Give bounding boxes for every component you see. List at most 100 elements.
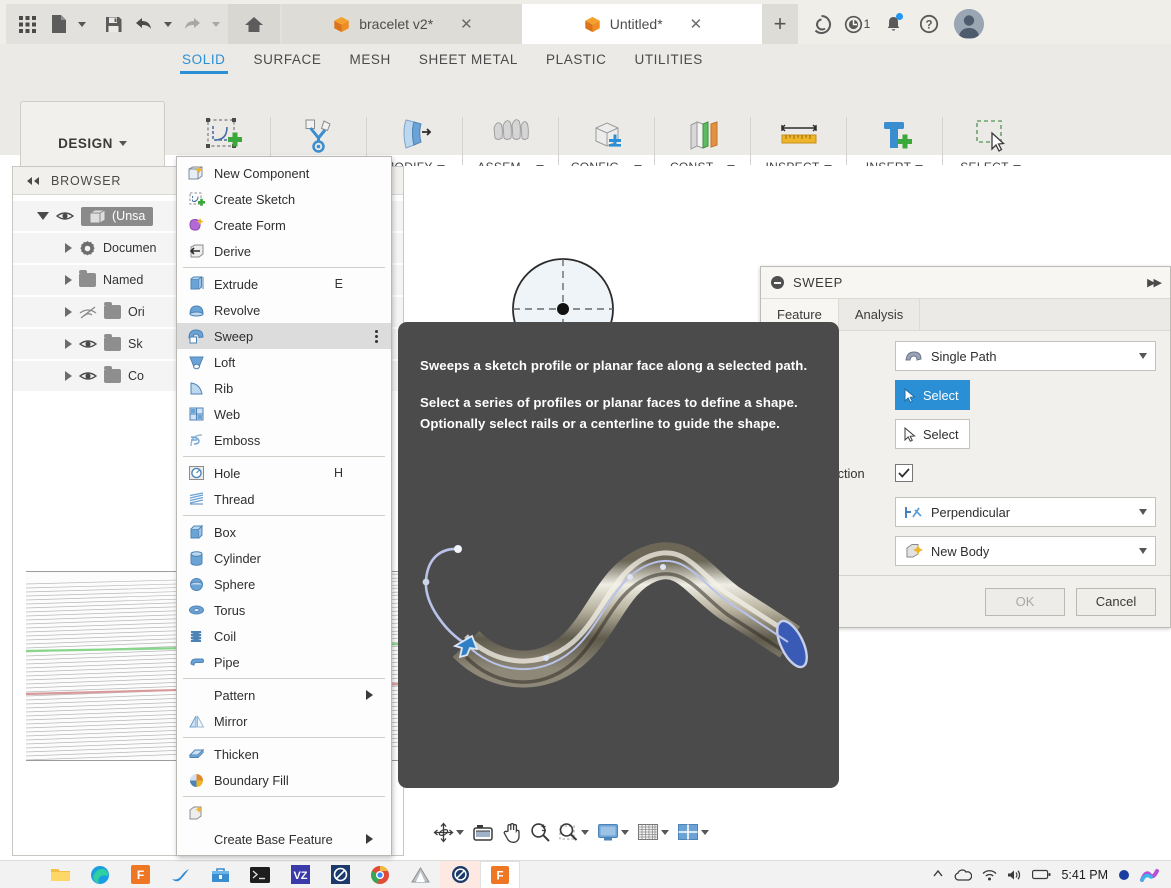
chrome-icon[interactable]	[360, 861, 400, 888]
new-tab-button[interactable]: +	[762, 4, 798, 44]
undo-icon[interactable]	[132, 4, 156, 44]
menu-item-extrude[interactable]: Extrude E	[177, 271, 391, 297]
menu-item-sphere[interactable]: Sphere	[177, 571, 391, 597]
file-explorer-icon[interactable]	[40, 861, 80, 888]
menu-item-boundary-fill[interactable]: Boundary Fill	[177, 767, 391, 793]
home-icon[interactable]	[228, 4, 280, 44]
menu-item-box[interactable]: Box	[177, 519, 391, 545]
chevron-right-icon[interactable]	[65, 307, 72, 317]
menu-item-torus[interactable]: Torus	[177, 597, 391, 623]
eye-hidden-icon[interactable]	[79, 305, 97, 319]
menu-item-loft[interactable]: Loft	[177, 349, 391, 375]
menu-item-cylinder[interactable]: Cylinder	[177, 545, 391, 571]
close-icon[interactable]: ✕	[460, 15, 473, 33]
menu-item-create-sketch[interactable]: Create Sketch	[177, 186, 391, 212]
extensions-icon[interactable]	[804, 4, 838, 44]
eye-visible-icon[interactable]	[79, 338, 97, 350]
orbit-tool[interactable]	[430, 821, 467, 843]
menu-item-pipe[interactable]: Pipe	[177, 649, 391, 675]
sketch-tool-icon[interactable]	[160, 861, 200, 888]
ribbon-tab-mesh[interactable]: MESH	[335, 52, 404, 67]
edge-icon[interactable]	[80, 861, 120, 888]
grid-snap-tool[interactable]	[634, 823, 672, 841]
fusion-active-icon[interactable]: F	[480, 860, 520, 888]
eye-visible-icon[interactable]	[56, 210, 74, 222]
path-select-button[interactable]: Select	[895, 419, 970, 449]
zoom-window-tool[interactable]	[555, 822, 592, 842]
menu-item-revolve[interactable]: Revolve	[177, 297, 391, 323]
menu-item-create-form[interactable]: Create Form	[177, 212, 391, 238]
onedrive-icon[interactable]	[954, 868, 973, 881]
collapse-left-icon[interactable]	[25, 176, 41, 186]
save-icon[interactable]	[94, 4, 132, 44]
copilot-icon[interactable]	[1140, 866, 1159, 884]
ribbon-tab-surface[interactable]: SURFACE	[240, 52, 336, 67]
file-dropdown-caret-icon[interactable]	[70, 4, 94, 44]
store-icon[interactable]	[200, 861, 240, 888]
battery-icon[interactable]	[1032, 869, 1051, 880]
fusion-icon[interactable]: F	[120, 861, 160, 888]
chevron-right-icon[interactable]	[65, 243, 72, 253]
menu-item-create-base-feature[interactable]	[177, 800, 391, 826]
menu-item-rib[interactable]: Rib	[177, 375, 391, 401]
menu-item-create-pcb[interactable]: Create Base Feature	[177, 826, 391, 852]
menu-item-web[interactable]: Web	[177, 401, 391, 427]
terminal-icon[interactable]	[240, 861, 280, 888]
ribbon-tab-solid[interactable]: SOLID	[168, 52, 240, 74]
menu-item-sweep[interactable]: Sweep	[177, 323, 391, 349]
pan-tool[interactable]	[499, 822, 525, 843]
display-settings-tool[interactable]	[594, 823, 632, 842]
redo-icon[interactable]	[180, 4, 204, 44]
menu-item-overflow-icon[interactable]	[375, 329, 378, 343]
redo-dropdown-caret-icon[interactable]	[204, 4, 228, 44]
notifications-icon[interactable]	[876, 4, 910, 44]
menu-item-pattern[interactable]: Pattern	[177, 682, 391, 708]
job-status-icon[interactable]: 1	[840, 4, 874, 44]
menu-item-new-component[interactable]: New Component	[177, 160, 391, 186]
ribbon-tab-plastic[interactable]: PLASTIC	[532, 52, 620, 67]
menu-item-thread[interactable]: Thread	[177, 486, 391, 512]
vs-icon[interactable]: VZ	[280, 861, 320, 888]
menu-item-mirror[interactable]: Mirror	[177, 708, 391, 734]
operation-combobox[interactable]: New Body	[895, 536, 1156, 566]
cancel-button[interactable]: Cancel	[1076, 587, 1156, 616]
menu-item-hole[interactable]: Hole H	[177, 460, 391, 486]
menu-item-thicken[interactable]: Thicken	[177, 741, 391, 767]
network-icon[interactable]	[982, 869, 997, 881]
fast-forward-icon[interactable]: ▶▶	[1147, 276, 1162, 289]
autodesk-icon[interactable]	[440, 860, 480, 888]
ribbon-tab-sheet-metal[interactable]: SHEET METAL	[405, 52, 532, 67]
menu-item-coil[interactable]: Coil	[177, 623, 391, 649]
orientation-combobox[interactable]: Perpendicular	[895, 497, 1156, 527]
chain-selection-checkbox[interactable]	[895, 464, 913, 482]
help-icon[interactable]: ?	[912, 4, 946, 44]
volume-icon[interactable]	[1007, 869, 1022, 881]
profile-select-button[interactable]: Select	[895, 380, 970, 410]
dialog-tab-analysis[interactable]: Analysis	[839, 299, 921, 330]
tree-node-selection[interactable]: (Unsa	[81, 206, 154, 226]
close-icon[interactable]: ✕	[690, 15, 703, 33]
chevron-right-icon[interactable]	[65, 275, 72, 285]
document-tab-untitled[interactable]: Untitled* ✕	[522, 4, 762, 44]
show-hidden-icon[interactable]	[932, 869, 944, 880]
document-tab-bracelet[interactable]: bracelet v2* ✕	[282, 4, 522, 44]
ribbon-tab-utilities[interactable]: UTILITIES	[620, 52, 716, 67]
autocad-icon[interactable]	[320, 861, 360, 888]
blue-dot-icon[interactable]	[1118, 869, 1130, 881]
menu-item-derive[interactable]: Derive	[177, 238, 391, 264]
eye-visible-icon[interactable]	[79, 370, 97, 382]
look-at-tool[interactable]	[469, 823, 497, 842]
type-combobox[interactable]: Single Path	[895, 341, 1156, 371]
undo-dropdown-caret-icon[interactable]	[156, 4, 180, 44]
chevron-down-icon[interactable]	[37, 212, 49, 220]
ok-button[interactable]: OK	[985, 587, 1065, 616]
fusion-team-icon[interactable]	[400, 861, 440, 888]
menu-item-emboss[interactable]: Emboss	[177, 427, 391, 453]
minus-circle-icon[interactable]	[771, 276, 784, 289]
chevron-right-icon[interactable]	[65, 371, 72, 381]
chevron-right-icon[interactable]	[65, 339, 72, 349]
clock[interactable]: 5:41 PM	[1061, 868, 1108, 882]
viewports-tool[interactable]	[674, 823, 712, 841]
file-icon[interactable]	[46, 4, 70, 44]
avatar[interactable]	[954, 9, 984, 39]
